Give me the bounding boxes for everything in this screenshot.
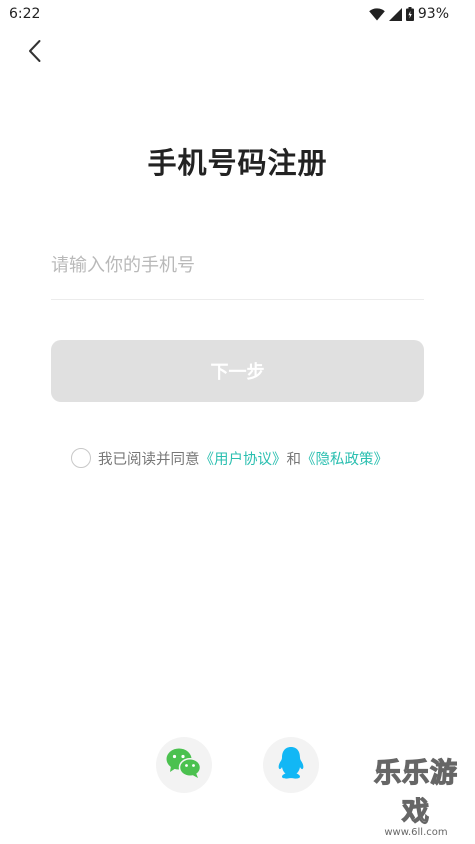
status-time: 6:22 xyxy=(9,6,41,22)
back-button[interactable] xyxy=(20,38,50,68)
page-title: 手机号码注册 xyxy=(147,146,328,180)
chevron-left-icon xyxy=(28,39,42,67)
agreement-row: 我已阅读并同意 《用户协议》 和 《隐私政策》 xyxy=(71,446,388,470)
status-bar: 6:22 93% xyxy=(0,0,475,28)
privacy-policy-link[interactable]: 《隐私政策》 xyxy=(301,448,388,469)
next-button[interactable]: 下一步 xyxy=(51,340,424,402)
watermark-title: 乐乐游戏 xyxy=(373,757,458,828)
phone-input[interactable] xyxy=(51,240,424,290)
user-agreement-link[interactable]: 《用户协议》 xyxy=(200,448,287,469)
phone-field xyxy=(51,240,424,300)
watermark: 乐乐游戏 www.6ll.com xyxy=(361,751,471,838)
agreement-checkbox[interactable] xyxy=(71,448,91,468)
wechat-icon xyxy=(165,747,203,783)
cell-signal-icon xyxy=(388,7,402,21)
agreement-and: 和 xyxy=(286,451,302,468)
qq-login-button[interactable] xyxy=(263,737,319,793)
agreement-prefix: 我已阅读并同意 xyxy=(98,451,200,468)
status-icons: 93% xyxy=(369,6,449,22)
wechat-login-button[interactable] xyxy=(156,737,212,793)
register-screen: 6:22 93% 手机号码注册 请输入你的手机号 下一步 我已阅读并同意 《用户… xyxy=(0,0,475,844)
watermark-url: www.6ll.com xyxy=(384,827,448,838)
qq-icon xyxy=(277,746,305,784)
battery-percent: 93% xyxy=(417,6,449,22)
wifi-icon xyxy=(369,7,385,21)
battery-icon xyxy=(405,7,414,21)
